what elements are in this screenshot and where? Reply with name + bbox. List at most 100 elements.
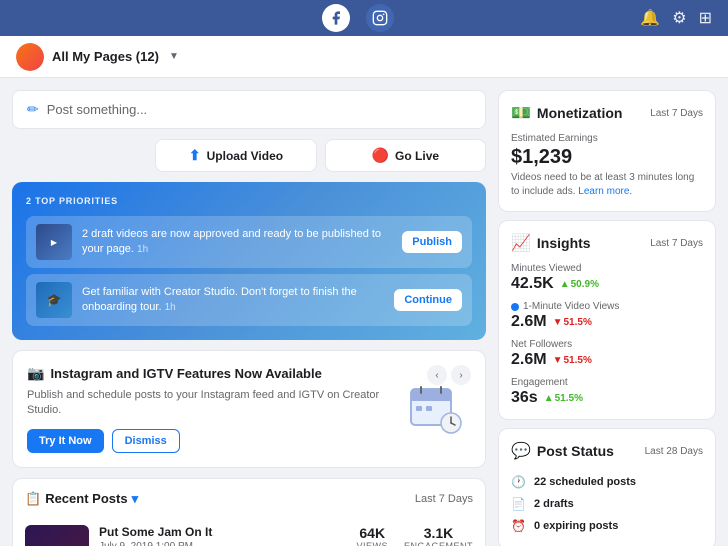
- recent-posts-header: 📋 Recent Posts ▾ Last 7 Days: [25, 491, 473, 507]
- scheduled-count: 22 scheduled posts: [534, 476, 636, 488]
- earnings-label: Estimated Earnings: [511, 133, 703, 144]
- trend-down-icon-2: 51.5%: [553, 355, 592, 366]
- scheduled-posts-row: 🕐 22 scheduled posts: [511, 471, 703, 493]
- trend-up-icon-2: 51.5%: [544, 393, 583, 404]
- dropdown-arrow-icon[interactable]: ▾: [132, 491, 139, 507]
- insight-net-followers: Net Followers 2.6M 51.5%: [511, 339, 703, 369]
- banner-prev-button[interactable]: ‹: [427, 365, 447, 385]
- monetization-period: Last 7 Days: [650, 108, 703, 119]
- net-followers-value: 2.6M 51.5%: [511, 351, 703, 369]
- earnings-value: $1,239: [511, 146, 703, 169]
- monetization-title: 💵 Monetization: [511, 103, 622, 123]
- engagement-label: Engagement: [511, 377, 703, 388]
- post-status-title: 💬 Post Status: [511, 441, 614, 461]
- priority-item-2: 🎓 Get familiar with Creator Studio. Don'…: [26, 274, 472, 326]
- insight-engagement: Engagement 36s 51.5%: [511, 377, 703, 407]
- go-live-button[interactable]: 🔴 Go Live: [325, 139, 486, 172]
- post-thumbnail-1: ▶ 6:28: [25, 525, 89, 546]
- minutes-viewed-value: 42.5K 50.9%: [511, 275, 703, 293]
- top-navigation: 🔔 ⚙ ⊞: [0, 0, 728, 36]
- trend-up-icon: 50.9%: [560, 279, 599, 290]
- insights-widget: 📈 Insights Last 7 Days Minutes Viewed 42…: [498, 220, 716, 420]
- insights-period: Last 7 Days: [650, 238, 703, 249]
- chat-icon: 💬: [511, 441, 531, 461]
- action-row: ⬆ Upload Video 🔴 Go Live: [12, 139, 486, 172]
- drafts-row: 📄 2 drafts: [511, 493, 703, 515]
- post-title-1: Put Some Jam On It: [99, 525, 346, 539]
- dot-icon: [511, 303, 519, 311]
- instagram-banner-desc: Publish and schedule posts to your Insta…: [27, 388, 391, 419]
- engagement-stat-1: 3.1K ENGAGEMENT: [404, 525, 473, 546]
- priorities-label: 2 TOP PRIORITIES: [26, 196, 472, 206]
- priority-thumb-2: 🎓: [36, 282, 72, 318]
- try-it-now-button[interactable]: Try It Now: [27, 429, 104, 453]
- post-date-1: July 9, 2019 1:00 PM: [99, 541, 346, 546]
- continue-button[interactable]: Continue: [394, 289, 462, 311]
- chevron-down-icon: ▼: [169, 51, 179, 62]
- post-status-widget: 💬 Post Status Last 28 Days 🕐 22 schedule…: [498, 428, 716, 546]
- left-panel: ✏ Post something... ⬆ Upload Video 🔴 Go …: [0, 78, 498, 546]
- recent-posts-period: Last 7 Days: [415, 493, 473, 505]
- insight-minutes-viewed: Minutes Viewed 42.5K 50.9%: [511, 263, 703, 293]
- grid-icon[interactable]: ⊞: [699, 8, 712, 28]
- priority-thumb-1: ▶: [36, 224, 72, 260]
- instagram-icon: 📷: [27, 365, 44, 382]
- post-item: ▶ 6:28 Put Some Jam On It July 9, 2019 1…: [25, 517, 473, 546]
- instagram-banner-title: 📷 Instagram and IGTV Features Now Availa…: [27, 365, 391, 382]
- money-icon: 💵: [511, 103, 531, 123]
- avatar-image: [16, 43, 44, 71]
- subheader: All My Pages (12) ▼: [0, 36, 728, 78]
- clock-icon: 🕐: [511, 475, 526, 489]
- trend-down-icon: 51.5%: [553, 317, 592, 328]
- upload-icon: ⬆: [189, 147, 201, 164]
- priority-text-1: 2 draft videos are now approved and read…: [82, 227, 392, 258]
- insight-1min-views: 1-Minute Video Views 2.6M 51.5%: [511, 301, 703, 331]
- insights-icon: 📈: [511, 233, 531, 253]
- settings-icon[interactable]: ⚙: [672, 8, 686, 28]
- page-name: All My Pages (12): [52, 49, 159, 64]
- facebook-nav-icon[interactable]: [322, 4, 350, 32]
- learn-more-link[interactable]: Learn more.: [578, 186, 632, 197]
- draft-icon: 📄: [511, 497, 526, 511]
- banner-next-button[interactable]: ›: [451, 365, 471, 385]
- page-selector[interactable]: All My Pages (12) ▼: [16, 43, 179, 71]
- 1min-views-label: 1-Minute Video Views: [511, 301, 703, 312]
- post-stats-1: 64K VIEWS 3.1K ENGAGEMENT: [356, 525, 473, 546]
- nav-right-actions: 🔔 ⚙ ⊞: [640, 8, 712, 28]
- expiring-posts-row: ⏰ 0 expiring posts: [511, 515, 703, 537]
- dummy-left: [12, 139, 147, 172]
- priority-item-1: ▶ 2 draft videos are now approved and re…: [26, 216, 472, 268]
- views-value-1: 64K: [356, 525, 388, 541]
- 1min-views-value: 2.6M 51.5%: [511, 313, 703, 331]
- views-label-1: VIEWS: [356, 541, 388, 546]
- nav-icons: [322, 4, 394, 32]
- recent-posts-section: 📋 Recent Posts ▾ Last 7 Days ▶ 6:28 Put …: [12, 478, 486, 546]
- banner-navigation: ‹ ›: [427, 365, 471, 385]
- expiry-icon: ⏰: [511, 519, 526, 533]
- bell-icon[interactable]: 🔔: [640, 8, 660, 28]
- post-info-1: Put Some Jam On It July 9, 2019 1:00 PM …: [99, 525, 346, 546]
- main-layout: ✏ Post something... ⬆ Upload Video 🔴 Go …: [0, 78, 728, 546]
- instagram-actions: Try It Now Dismiss: [27, 429, 391, 453]
- engagement-value: 36s 51.5%: [511, 389, 703, 407]
- instagram-banner: 📷 Instagram and IGTV Features Now Availa…: [12, 350, 486, 468]
- expiring-count: 0 expiring posts: [534, 520, 618, 532]
- insights-title: 📈 Insights: [511, 233, 591, 253]
- monetization-note: Videos need to be at least 3 minutes lon…: [511, 171, 703, 199]
- priorities-card: 2 TOP PRIORITIES ▶ 2 draft videos are no…: [12, 182, 486, 340]
- engagement-value-1: 3.1K: [404, 525, 473, 541]
- upload-video-button[interactable]: ⬆ Upload Video: [155, 139, 316, 172]
- dismiss-button[interactable]: Dismiss: [112, 429, 180, 453]
- instagram-banner-content: 📷 Instagram and IGTV Features Now Availa…: [27, 365, 391, 453]
- live-icon: 🔴: [372, 147, 389, 164]
- engagement-label-1: ENGAGEMENT: [404, 541, 473, 546]
- right-panel: 💵 Monetization Last 7 Days Estimated Ear…: [498, 78, 728, 546]
- minutes-viewed-label: Minutes Viewed: [511, 263, 703, 274]
- post-placeholder: Post something...: [47, 102, 147, 117]
- views-stat-1: 64K VIEWS: [356, 525, 388, 546]
- recent-posts-title: 📋 Recent Posts ▾: [25, 491, 138, 507]
- instagram-nav-icon[interactable]: [366, 4, 394, 32]
- monetization-header: 💵 Monetization Last 7 Days: [511, 103, 703, 123]
- post-input-bar[interactable]: ✏ Post something...: [12, 90, 486, 129]
- publish-button[interactable]: Publish: [402, 231, 462, 253]
